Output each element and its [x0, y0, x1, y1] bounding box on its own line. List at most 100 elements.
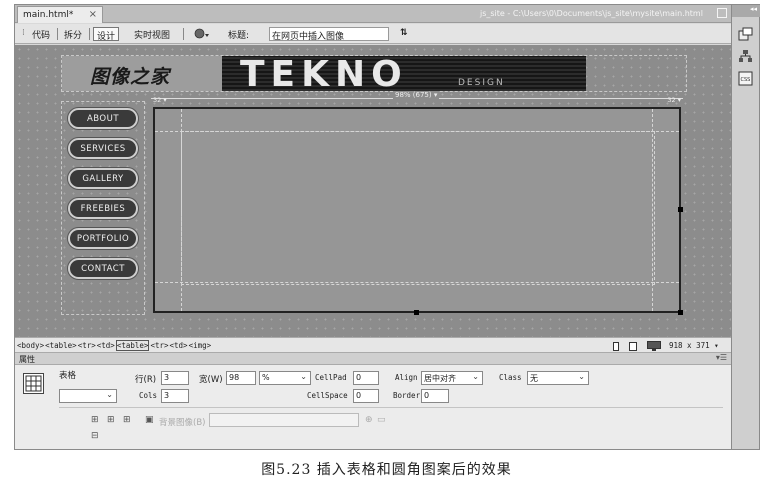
toolbar-divider	[183, 28, 184, 40]
nav-button-portfolio[interactable]: PORTFOLIO	[68, 228, 138, 249]
chevron-down-icon: ⌄	[106, 390, 113, 399]
align-label: Align	[395, 373, 418, 382]
nav-button-label: FREEBIES	[80, 204, 126, 214]
table-id-select[interactable]: ⌄	[59, 389, 117, 403]
width-field[interactable]: 98	[226, 371, 256, 385]
table-width-ruler: 32 ▾ 98% (675) ▾ 32 ▾	[151, 91, 683, 106]
nav-button-services[interactable]: SERVICES	[68, 138, 138, 159]
banner-subtitle: DESIGN	[458, 78, 505, 88]
nav-button-contact[interactable]: CONTACT	[68, 258, 138, 279]
nav-button-gallery[interactable]: GALLERY	[68, 168, 138, 189]
clear-height-icon[interactable]: ⊞	[91, 415, 99, 425]
rows-field[interactable]: 3	[161, 371, 189, 385]
status-bar: <body><table><tr><td> <table> <tr><td><img…	[15, 337, 731, 353]
file-path: js_site - C:\Users\0\Documents\js_site\m…	[480, 9, 703, 18]
ruler-left-width[interactable]: 32 ▾	[153, 96, 167, 104]
nav-button-label: PORTFOLIO	[76, 234, 130, 244]
css-panel-icon[interactable]: CSS	[738, 71, 753, 86]
convert-icon[interactable]: ⊞	[123, 415, 131, 425]
cellpad-label: CellPad	[315, 373, 347, 382]
tag-body[interactable]: <body>	[17, 341, 44, 350]
class-select[interactable]: 无 ⌄	[527, 371, 589, 385]
title-label: 标题:	[228, 31, 250, 41]
tag-td[interactable]: <td>	[170, 341, 188, 350]
toolbar-divider	[57, 28, 58, 40]
design-view-button[interactable]: 设计	[93, 27, 120, 42]
target-icon[interactable]: ⊕	[365, 415, 373, 425]
collapse-icon[interactable]: ◂◂	[750, 5, 757, 13]
document-tab[interactable]: main.html* ×	[17, 6, 103, 23]
clear-width-icon[interactable]: ⊞	[107, 415, 115, 425]
object-type-label: 表格	[59, 371, 77, 381]
site-map-icon[interactable]	[738, 49, 753, 64]
tag-td[interactable]: <td>	[97, 341, 115, 350]
width-unit-select[interactable]: % ⌄	[259, 371, 311, 385]
document-tab-bar: main.html* × js_site - C:\Users\0\Docume…	[15, 5, 731, 23]
cellspace-label: CellSpace	[307, 391, 348, 400]
selected-table[interactable]	[153, 107, 683, 315]
ruler-width-label[interactable]: 98% (675) ▾	[393, 91, 440, 99]
window-size-readout[interactable]: 918 x 371 ▾	[669, 341, 719, 350]
width-unit-value: %	[262, 373, 270, 382]
resize-handle[interactable]	[678, 207, 683, 212]
rows-label: 行(R)	[135, 375, 157, 385]
panel-options-icon[interactable]: ▾☰	[716, 353, 727, 362]
navigation-column: ABOUT SERVICES GALLERY FREEBIES PORTFOLI…	[61, 101, 145, 315]
toolbar-divider	[89, 28, 90, 40]
header-table-row: 图像之家 TEKNO DESIGN	[61, 55, 687, 92]
convert-table-icon[interactable]: ⊟	[91, 431, 99, 441]
ruler-right-width[interactable]: 32 ▾	[667, 96, 681, 104]
panel-strip-header: ◂◂	[732, 5, 760, 17]
chevron-down-icon: ⌄	[472, 372, 479, 381]
resize-handle[interactable]	[678, 310, 683, 315]
table-center-cell[interactable]	[181, 131, 655, 285]
globe-icon[interactable]	[191, 27, 213, 41]
sort-icon[interactable]: ⇅	[397, 27, 411, 41]
border-field[interactable]: 0	[421, 389, 449, 403]
cols-field[interactable]: 3	[161, 389, 189, 403]
folder-icon[interactable]: ▭	[377, 415, 386, 425]
align-value: 居中对齐	[424, 374, 456, 383]
border-label: Border	[393, 391, 421, 400]
tag-tr[interactable]: <tr>	[78, 341, 96, 350]
split-view-button[interactable]: 拆分	[61, 27, 85, 41]
nav-button-about[interactable]: ABOUT	[68, 108, 138, 129]
live-view-button[interactable]: 实时视图	[131, 27, 173, 41]
dreamweaver-window: main.html* × js_site - C:\Users\0\Docume…	[14, 4, 760, 450]
logo-text: 图像之家	[90, 66, 171, 88]
cellspace-field[interactable]: 0	[353, 389, 379, 403]
figure-caption: 图5.23 插入表格和圆角图案后的效果	[261, 462, 512, 478]
class-label: Class	[499, 373, 522, 382]
nav-button-freebies[interactable]: FREEBIES	[68, 198, 138, 219]
bg-image-field[interactable]	[209, 413, 359, 427]
cellpad-field[interactable]: 0	[353, 371, 379, 385]
table-icon	[23, 373, 44, 394]
align-select[interactable]: 居中对齐 ⌄	[421, 371, 483, 385]
panel-divider	[59, 407, 723, 408]
tag-table[interactable]: <table>	[45, 341, 77, 350]
properties-panel-title[interactable]: 属性	[19, 354, 35, 365]
nav-button-label: ABOUT	[86, 114, 120, 124]
tag-table-selected[interactable]: <table>	[115, 340, 150, 351]
design-view-canvas[interactable]: 图像之家 TEKNO DESIGN ABOUT SERVICES GALLERY…	[15, 45, 731, 337]
properties-panel-header: 属性 ▾☰	[15, 353, 731, 365]
toolbar-grip-icon: ⁞	[22, 28, 25, 38]
right-panel-strip: ◂◂ CSS	[731, 5, 760, 449]
insert-panel-icon[interactable]	[738, 27, 753, 42]
document-toolbar: ⁞ 代码 拆分 设计 实时视图 标题: 在网页中插入图像 ⇅	[15, 24, 731, 44]
banner-image[interactable]: TEKNO DESIGN	[222, 56, 586, 91]
title-input[interactable]: 在网页中插入图像	[269, 27, 389, 41]
bg-image-label: 背景图像(B)	[159, 418, 206, 428]
nav-button-label: SERVICES	[80, 144, 126, 154]
close-icon[interactable]: ×	[89, 9, 97, 20]
tag-img[interactable]: <img>	[189, 341, 212, 350]
logo-cell[interactable]: 图像之家	[62, 56, 222, 91]
document-tab-label: main.html*	[23, 10, 74, 20]
image-icon[interactable]: ▣	[145, 415, 154, 425]
resize-handle[interactable]	[414, 310, 419, 315]
restore-icon[interactable]	[717, 8, 727, 18]
code-view-button[interactable]: 代码	[29, 27, 53, 41]
tag-tr[interactable]: <tr>	[150, 341, 168, 350]
class-value: 无	[530, 374, 538, 383]
width-label: 宽(W)	[199, 375, 223, 385]
